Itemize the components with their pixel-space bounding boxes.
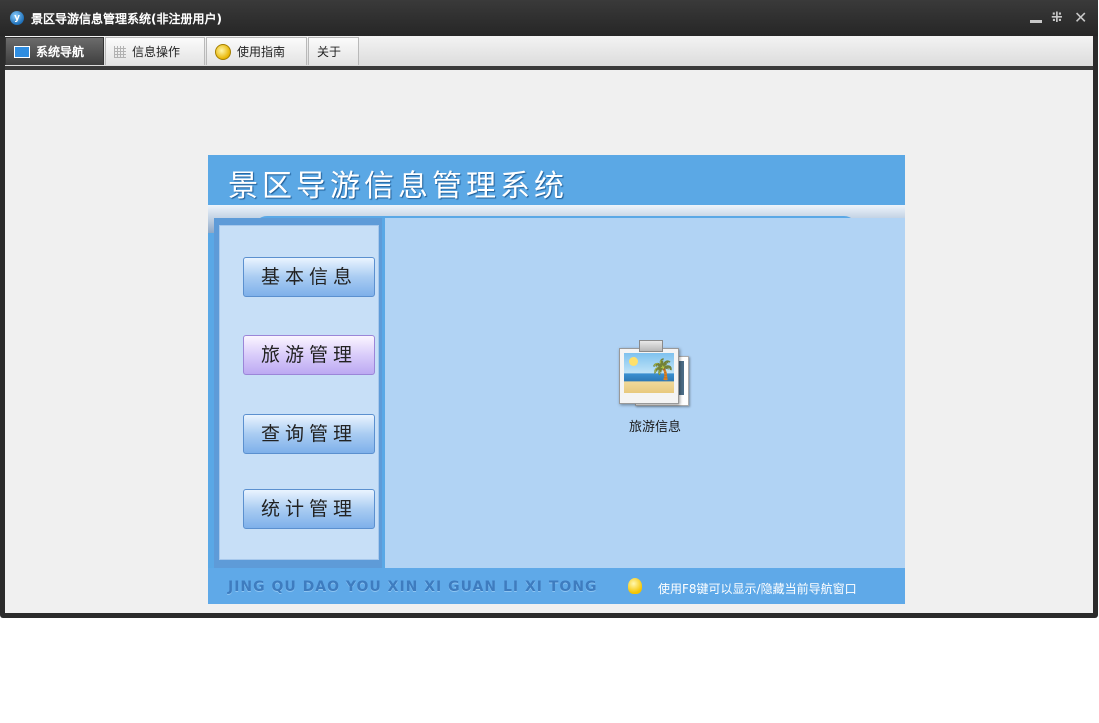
minimize-button[interactable] (1030, 8, 1042, 23)
title-bar[interactable]: y 景区导游信息管理系统(非注册用户) ⁜ ✕ (0, 0, 1098, 36)
close-button[interactable]: ✕ (1074, 8, 1087, 28)
sidebar: 基本信息 旅游管理 查询管理 统计管理 (219, 225, 379, 560)
bulb-icon (215, 43, 231, 60)
tab-system-navigation[interactable]: 系统导航 (5, 37, 104, 65)
tab-label: 系统导航 (36, 45, 85, 59)
nav-basic-info-button[interactable]: 基本信息 (243, 257, 375, 297)
tab-bar: 系统导航 信息操作 使用指南 关于 (5, 36, 1093, 66)
main-area: 🌴 旅游信息 (385, 218, 905, 568)
nav-travel-management-button[interactable]: 旅游管理 (243, 335, 375, 375)
travel-info-label: 旅游信息 (628, 420, 681, 435)
tab-label: 使用指南 (237, 45, 286, 59)
tab-label: 信息操作 (132, 45, 181, 59)
restore-button[interactable]: ⁜ (1051, 8, 1063, 28)
system-title: 景区导游信息管理系统 (228, 169, 568, 204)
restore-icon: ⁜ (1051, 10, 1063, 26)
app-window: y 景区导游信息管理系统(非注册用户) ⁜ ✕ 系统导航 信息操作 使用指南 关… (0, 0, 1098, 618)
nav-statistics-management-button[interactable]: 统计管理 (243, 489, 375, 529)
beach-photo-icon: 🌴 (615, 340, 695, 410)
panel-header: 景区导游信息管理系统 (208, 155, 905, 207)
travel-info-item[interactable]: 🌴 旅游信息 (605, 340, 705, 435)
tab-user-guide[interactable]: 使用指南 (206, 37, 307, 65)
pinyin-caption: JING QU DAO YOU XIN XI GUAN LI XI TONG (228, 579, 598, 595)
app-logo-icon: y (10, 11, 24, 25)
navigation-panel: 景区导游信息管理系统 基本信息 旅游管理 查询管理 统计管理 🌴 旅游信息 JI… (208, 155, 905, 604)
tab-label: 关于 (317, 45, 342, 59)
window-title: 景区导游信息管理系统(非注册用户) (31, 12, 222, 26)
tab-about[interactable]: 关于 (308, 37, 359, 65)
lightbulb-icon (628, 578, 642, 594)
minimize-icon (1030, 20, 1042, 23)
f8-hint: 使用F8键可以显示/隐藏当前导航窗口 (658, 582, 857, 596)
close-icon: ✕ (1074, 8, 1088, 27)
nav-query-management-button[interactable]: 查询管理 (243, 414, 375, 454)
tab-info-operation[interactable]: 信息操作 (105, 37, 205, 65)
monitor-icon (14, 45, 30, 58)
grid-icon (114, 45, 126, 58)
panel-footer: JING QU DAO YOU XIN XI GUAN LI XI TONG 使… (208, 568, 905, 604)
